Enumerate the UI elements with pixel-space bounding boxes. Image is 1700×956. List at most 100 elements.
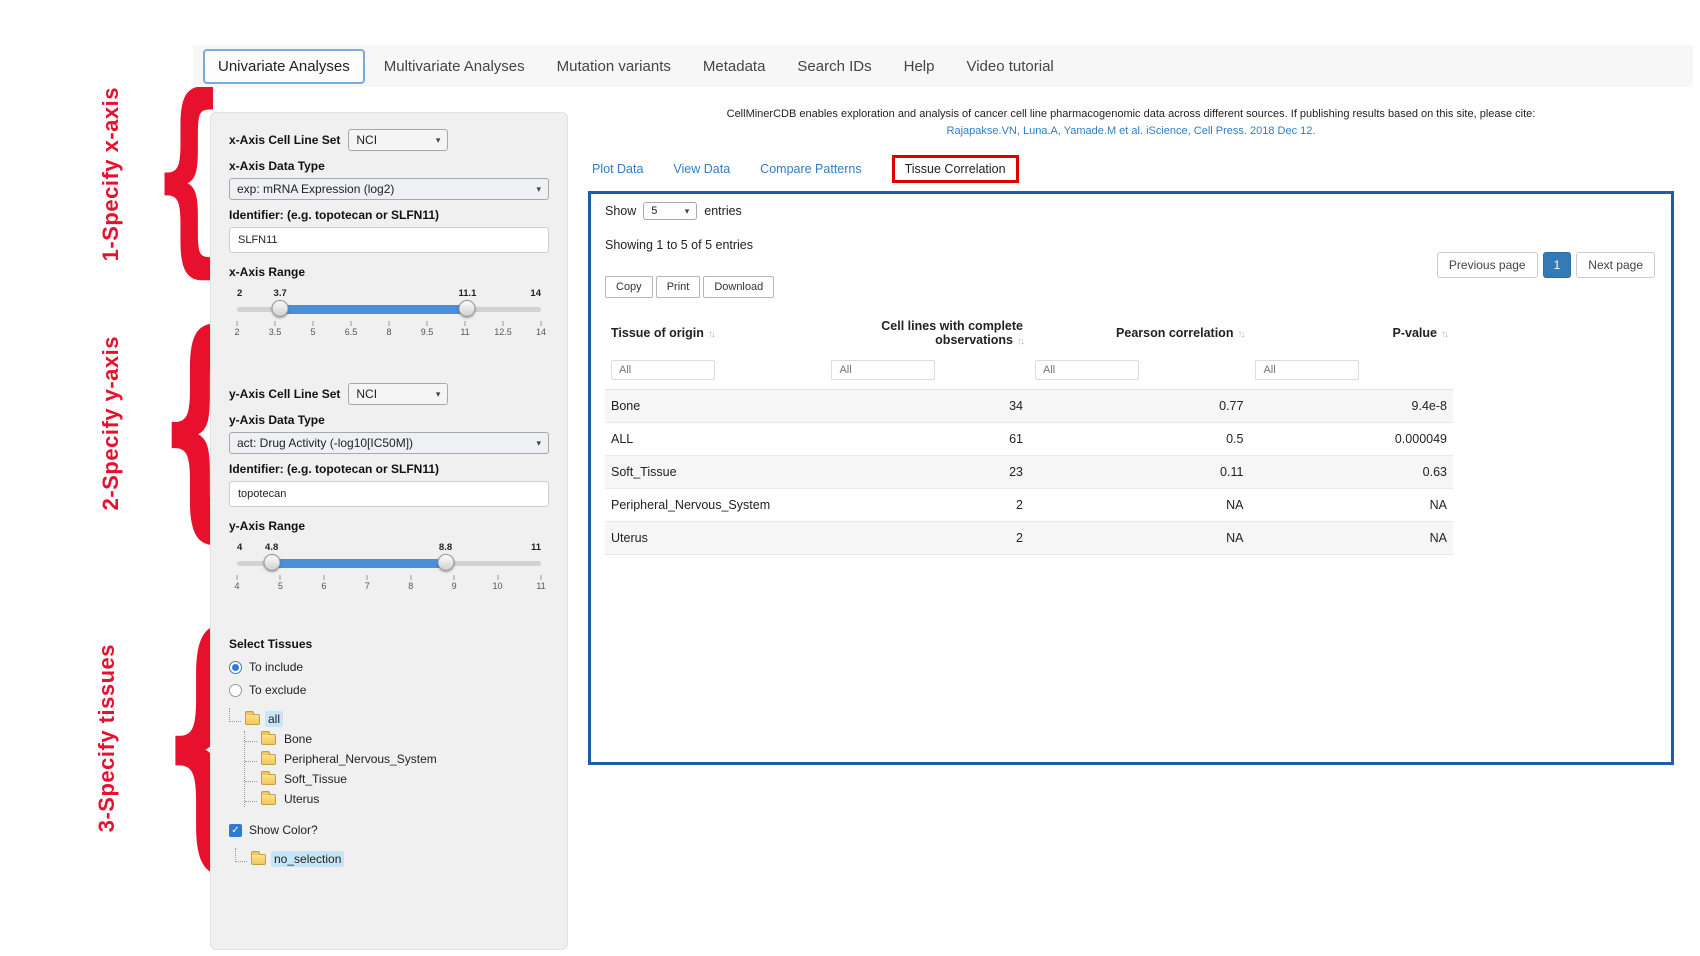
slider-handle-low[interactable]	[263, 554, 280, 571]
y-range-label: y-Axis Range	[229, 519, 549, 533]
y-range-slider[interactable]: 4 4.8 8.8 11 4 5 6 7 8 9 10 11	[237, 561, 541, 593]
y-data-type-select[interactable]: act: Drug Activity (-log10[IC50M]) ▾	[229, 432, 549, 454]
results-panel: Show 5 ▾ entries Showing 1 to 5 of 5 ent…	[588, 191, 1674, 765]
sort-icon[interactable]: ↑↓	[1017, 336, 1023, 347]
subtab-tissue-correlation[interactable]: Tissue Correlation	[892, 155, 1019, 183]
slider-low-label: 3.7	[274, 288, 287, 299]
column-header-pearson[interactable]: Pearson correlation↑↓	[1029, 310, 1249, 356]
column-header-cell-lines[interactable]: Cell lines with complete observations↑↓	[825, 310, 1029, 356]
tab-help[interactable]: Help	[891, 51, 948, 82]
radio-button-icon[interactable]	[229, 661, 242, 674]
slider-high-label: 8.8	[439, 542, 452, 553]
show-color-checkbox-row[interactable]: ✓ Show Color?	[229, 823, 549, 837]
show-entries-select[interactable]: 5 ▾	[643, 202, 697, 220]
tree-item-bone[interactable]: Bone	[245, 731, 549, 747]
annotation-label: 2-Specify y-axis	[98, 336, 124, 510]
cite-link[interactable]: Rajapakse.VN, Luna.A, Yamade.M et al. iS…	[947, 125, 1316, 137]
chevron-down-icon: ▾	[536, 438, 541, 449]
table-row[interactable]: Soft_Tissue 23 0.11 0.63	[605, 456, 1453, 489]
slider-max-label: 11	[531, 542, 541, 553]
x-identifier-input[interactable]	[229, 227, 549, 253]
radio-button-icon[interactable]	[229, 684, 242, 697]
x-data-type-label: x-Axis Data Type	[229, 159, 549, 173]
y-identifier-input[interactable]	[229, 481, 549, 507]
tree-connector	[245, 748, 257, 762]
radio-to-exclude[interactable]: To exclude	[229, 683, 549, 697]
subtabs: Plot Data View Data Compare Patterns Tis…	[588, 155, 1674, 183]
pagination-page-1-button[interactable]: 1	[1543, 252, 1572, 278]
subtab-view-data[interactable]: View Data	[673, 162, 730, 176]
x-data-type-select[interactable]: exp: mRNA Expression (log2) ▾	[229, 178, 549, 200]
slider-fill	[272, 559, 446, 568]
x-range-slider[interactable]: 2 3.7 11.1 14 2 3.5 5 6.5 8 9.5 11 12.5 …	[237, 307, 541, 339]
print-button[interactable]: Print	[656, 276, 701, 298]
table-row[interactable]: Bone 34 0.77 9.4e-8	[605, 390, 1453, 423]
copy-button[interactable]: Copy	[605, 276, 653, 298]
chevron-down-icon: ▾	[536, 184, 541, 195]
slider-min-label: 4	[237, 542, 242, 553]
slider-min-label: 2	[237, 288, 242, 299]
select-tissues-label: Select Tissues	[229, 637, 549, 651]
tab-search-ids[interactable]: Search IDs	[784, 51, 884, 82]
y-cell-line-set-label: y-Axis Cell Line Set	[229, 387, 340, 401]
slider-max-label: 14	[530, 288, 541, 299]
tree-connector	[245, 768, 257, 782]
slider-grid: 4 5 6 7 8 9 10 11	[237, 575, 541, 593]
pagination-prev-button[interactable]: Previous page	[1437, 252, 1538, 278]
tab-mutation-variants[interactable]: Mutation variants	[544, 51, 684, 82]
y-data-type-label: y-Axis Data Type	[229, 413, 549, 427]
filter-input-pearson[interactable]	[1035, 360, 1139, 380]
table-row[interactable]: Uterus 2 NA NA	[605, 522, 1453, 555]
filter-input-pvalue[interactable]	[1255, 360, 1359, 380]
tree-item-peripheral-nervous-system[interactable]: Peripheral_Nervous_System	[245, 751, 549, 767]
slider-low-label: 4.8	[265, 542, 278, 553]
tree-connector	[229, 708, 241, 722]
x-identifier-label: Identifier: (e.g. topotecan or SLFN11)	[229, 208, 549, 222]
y-identifier-label: Identifier: (e.g. topotecan or SLFN11)	[229, 462, 549, 476]
table-row[interactable]: ALL 61 0.5 0.000049	[605, 423, 1453, 456]
column-header-tissue[interactable]: Tissue of origin↑↓	[605, 310, 825, 356]
tab-metadata[interactable]: Metadata	[690, 51, 779, 82]
folder-icon	[261, 794, 276, 805]
tab-univariate-analyses[interactable]: Univariate Analyses	[203, 49, 365, 84]
slider-high-label: 11.1	[458, 288, 476, 299]
export-buttons: Copy Print Download	[605, 276, 1657, 298]
slider-handle-high[interactable]	[437, 554, 454, 571]
filter-input-tissue[interactable]	[611, 360, 715, 380]
annotation-label: 1-Specify x-axis	[98, 87, 124, 261]
slider-grid: 2 3.5 5 6.5 8 9.5 11 12.5 14	[237, 321, 541, 339]
radio-label: To include	[249, 660, 303, 674]
tree-item-uterus[interactable]: Uterus	[245, 791, 549, 807]
chevron-down-icon: ▾	[685, 206, 690, 217]
checkbox-checked-icon[interactable]: ✓	[229, 824, 242, 837]
pagination-next-button[interactable]: Next page	[1576, 252, 1655, 278]
table-row[interactable]: Peripheral_Nervous_System 2 NA NA	[605, 489, 1453, 522]
tree-item-all[interactable]: all	[229, 711, 549, 727]
folder-icon	[261, 774, 276, 785]
tab-multivariate-analyses[interactable]: Multivariate Analyses	[371, 51, 538, 82]
subtab-compare-patterns[interactable]: Compare Patterns	[760, 162, 861, 176]
folder-icon	[245, 714, 260, 725]
download-button[interactable]: Download	[703, 276, 774, 298]
subtab-plot-data[interactable]: Plot Data	[592, 162, 643, 176]
slider-track[interactable]	[237, 307, 541, 312]
show-color-label: Show Color?	[249, 823, 318, 837]
slider-handle-low[interactable]	[272, 300, 289, 317]
radio-to-include[interactable]: To include	[229, 660, 549, 674]
x-cell-line-set-select[interactable]: NCI ▾	[348, 129, 448, 151]
slider-handle-high[interactable]	[459, 300, 476, 317]
sort-icon[interactable]: ↑↓	[1441, 329, 1447, 340]
filter-input-cell-lines[interactable]	[831, 360, 935, 380]
slider-track[interactable]	[237, 561, 541, 566]
folder-icon	[261, 734, 276, 745]
column-header-pvalue[interactable]: P-value↑↓	[1249, 310, 1453, 356]
tree-item-soft-tissue[interactable]: Soft_Tissue	[245, 771, 549, 787]
tab-video-tutorial[interactable]: Video tutorial	[953, 51, 1066, 82]
sort-icon[interactable]: ↑↓	[1237, 329, 1243, 340]
y-cell-line-set-select[interactable]: NCI ▾	[348, 383, 448, 405]
cite-text: CellMinerCDB enables exploration and ana…	[588, 106, 1674, 123]
sort-icon[interactable]: ↑↓	[708, 329, 714, 340]
results-table: Tissue of origin↑↓ Cell lines with compl…	[605, 310, 1453, 555]
x-range-label: x-Axis Range	[229, 265, 549, 279]
tree-item-no-selection[interactable]: no_selection	[235, 851, 549, 867]
